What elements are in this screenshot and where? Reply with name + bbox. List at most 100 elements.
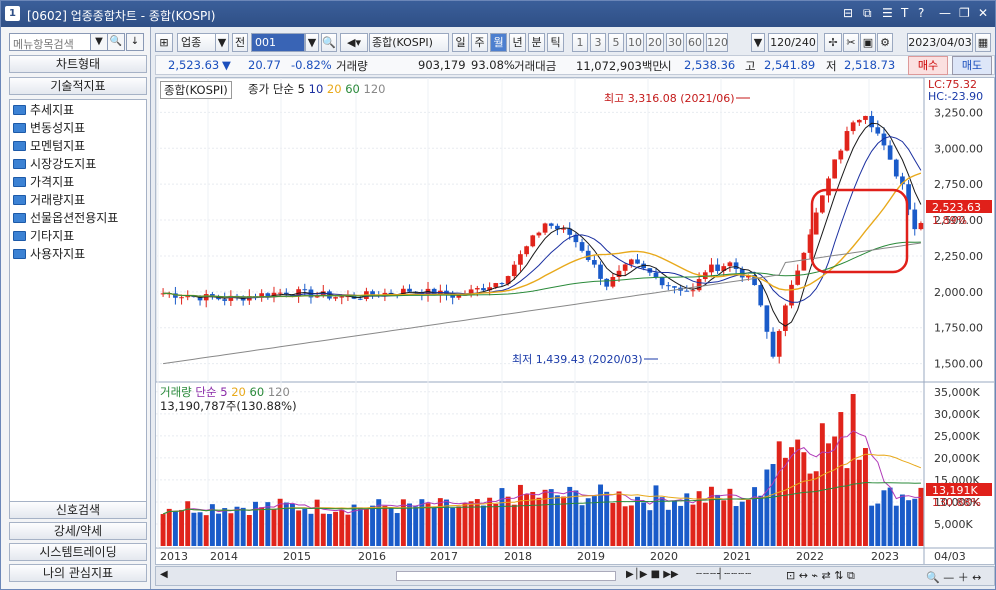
tree-item-trend[interactable]: 추세지표 xyxy=(13,102,74,119)
interval-button-30[interactable]: 30 xyxy=(666,33,684,52)
menu-search-input[interactable]: 메뉴항목검색 xyxy=(9,33,91,51)
buy-button[interactable]: 매수 xyxy=(908,56,948,75)
candle-body xyxy=(493,283,499,288)
scroll-left-icon[interactable]: ◀ xyxy=(160,569,168,580)
tree-item-volatility[interactable]: 변동성지표 xyxy=(13,120,85,137)
sound-icon[interactable]: ◀▾ xyxy=(340,33,368,52)
help-icon[interactable]: ? xyxy=(918,6,924,20)
candle-body xyxy=(690,290,696,292)
folder-icon xyxy=(13,249,26,259)
volume-axis-label: 35,000K xyxy=(934,386,980,399)
volume-bar xyxy=(191,512,197,546)
volume-bar xyxy=(259,507,265,546)
volume-axis-label: 5,000K xyxy=(934,518,973,531)
chevron-down-icon[interactable]: ▼ xyxy=(215,33,229,52)
candle-body xyxy=(481,288,486,291)
period-button-0[interactable]: 일 xyxy=(452,33,469,52)
volume-bar xyxy=(228,513,234,546)
price-axis-label: 3,000.00 xyxy=(934,142,983,155)
bull-bear-button[interactable]: 강세/약세 xyxy=(9,522,147,540)
search-icon[interactable]: 🔍 xyxy=(107,33,125,51)
gear-icon[interactable]: ⚙ xyxy=(877,33,893,52)
interval-button-5[interactable]: 5 xyxy=(608,33,624,52)
calendar-icon[interactable]: ▦ xyxy=(975,33,991,52)
sell-button[interactable]: 매도 xyxy=(952,56,992,75)
search-dropdown-icon[interactable]: ▼ xyxy=(90,33,108,51)
price-legend-name[interactable]: 종합(KOSPI) xyxy=(160,81,232,99)
low-value: 2,518.73 xyxy=(844,58,896,72)
play-controls[interactable]: ▶│▶ ■ ▶▶ xyxy=(626,569,679,580)
tree-item-momentum[interactable]: 모멘텀지표 xyxy=(13,138,85,155)
interval-button-10[interactable]: 10 xyxy=(626,33,644,52)
search-icon[interactable]: 🔍 xyxy=(321,33,337,52)
save-icon[interactable]: ▣ xyxy=(860,33,876,52)
scroll-dropdown-icon[interactable]: ▼ xyxy=(751,33,765,52)
restore-icon[interactable]: ❐ xyxy=(959,6,970,20)
volume-bar xyxy=(653,485,659,546)
count-input[interactable]: 120/240 xyxy=(768,33,818,52)
tree-item-user[interactable]: 사용자지표 xyxy=(13,246,85,263)
popout-icon[interactable]: ⧉ xyxy=(863,6,872,21)
chart-type-button[interactable]: 차트형태 xyxy=(9,55,147,73)
candle-body xyxy=(511,264,517,277)
volume-bar xyxy=(739,501,745,546)
ma60-line xyxy=(163,241,921,298)
link-icon[interactable]: ⊟ xyxy=(843,6,853,20)
volume-bar xyxy=(481,505,486,546)
code-dropdown-icon[interactable]: ▼ xyxy=(305,33,319,52)
volume-bar xyxy=(838,412,844,546)
volume-bar xyxy=(487,497,493,546)
candle-body xyxy=(887,145,893,160)
tool-icons[interactable]: ⊡ ↔ ⌁ ⇄ ⇅ ⧉ xyxy=(786,569,855,583)
scroll-thumb[interactable] xyxy=(396,571,616,581)
tree-item-price[interactable]: 가격지표 xyxy=(13,174,74,191)
tree-item-other[interactable]: 기타지표 xyxy=(13,228,74,245)
crosshair-icon[interactable]: ✢ xyxy=(824,33,842,52)
zoom-icons[interactable]: 🔍 — ＋ ↔ xyxy=(926,569,981,585)
volume-bar xyxy=(296,510,302,546)
volume-bar xyxy=(604,491,610,546)
tree-item-futures-options[interactable]: 선물옵션전용지표 xyxy=(13,210,118,227)
tree-item-volume[interactable]: 거래량지표 xyxy=(13,192,85,209)
interval-button-3[interactable]: 3 xyxy=(590,33,606,52)
signal-search-button[interactable]: 신호검색 xyxy=(9,501,147,519)
interval-button-120[interactable]: 120 xyxy=(706,33,728,52)
period-button-3[interactable]: 년 xyxy=(509,33,526,52)
period-button-2[interactable]: 월 xyxy=(490,33,507,52)
scissors-icon[interactable]: ✂ xyxy=(843,33,859,52)
minimize-icon[interactable]: — xyxy=(939,6,951,20)
tech-indicators-button[interactable]: 기술적지표 xyxy=(9,77,147,95)
volume-bar xyxy=(635,496,640,546)
add-icon[interactable]: ⊞ xyxy=(155,33,173,52)
volume-bar xyxy=(413,506,419,546)
code-input[interactable]: 001 xyxy=(251,33,305,52)
chart-area[interactable]: 3,250.00 3,000.00 2,750.00 2,500.00 2,250.00… xyxy=(155,77,995,565)
list-icon[interactable]: ☰ xyxy=(882,6,893,20)
download-icon[interactable]: ↓ xyxy=(126,33,144,51)
date-input[interactable]: 2023/04/03 xyxy=(907,33,973,52)
all-toggle[interactable]: 전 xyxy=(232,33,248,52)
zoom-slider[interactable]: ┄┄┄┤┄┄┄┄ xyxy=(696,569,752,580)
candle-body xyxy=(222,299,228,301)
interval-button-1[interactable]: 1 xyxy=(572,33,588,52)
name-field[interactable]: 종합(KOSPI) xyxy=(369,33,449,52)
tree-item-market-strength[interactable]: 시장강도지표 xyxy=(13,156,96,173)
price-axis-label: 3,250.00 xyxy=(934,106,983,119)
volume-bar xyxy=(179,509,185,546)
period-button-1[interactable]: 주 xyxy=(471,33,488,52)
my-indicators-button[interactable]: 나의 관심지표 xyxy=(9,564,147,582)
volume-bar xyxy=(333,511,339,546)
period-button-4[interactable]: 분 xyxy=(528,33,545,52)
volume-bar xyxy=(887,487,893,546)
font-icon[interactable]: T xyxy=(901,6,908,20)
system-trading-button[interactable]: 시스템트레이딩 xyxy=(9,543,147,561)
close-icon[interactable]: ✕ xyxy=(978,6,988,20)
volume-bar xyxy=(665,509,671,546)
chart-scrollbar[interactable]: ◀ ▶│▶ ■ ▶▶ ┄┄┄┤┄┄┄┄ ⊡ ↔ ⌁ ⇄ ⇅ ⧉ 🔍 — ＋ ↔ xyxy=(155,566,995,586)
interval-button-20[interactable]: 20 xyxy=(646,33,664,52)
change-value: 20.77 xyxy=(248,58,281,72)
period-button-5[interactable]: 틱 xyxy=(547,33,564,52)
candle-body xyxy=(536,232,542,236)
volume-bar xyxy=(450,507,456,546)
interval-button-60[interactable]: 60 xyxy=(686,33,704,52)
